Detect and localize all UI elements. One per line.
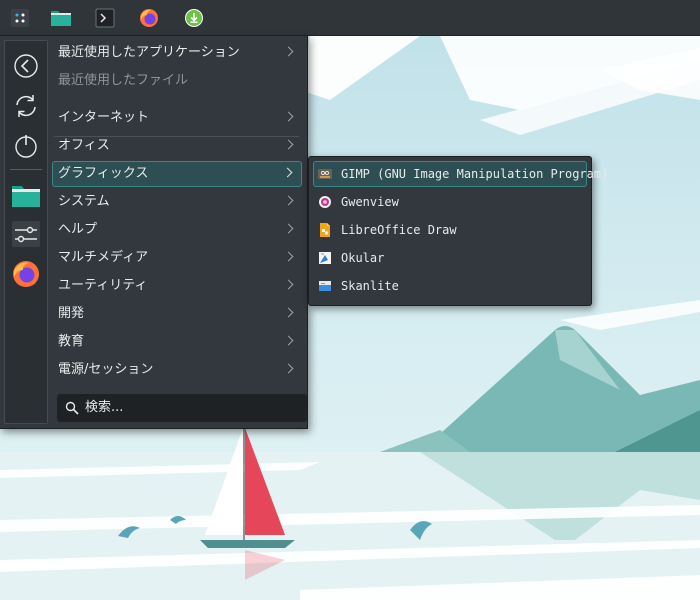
category-label: 開発: [58, 306, 85, 321]
chevron-right-icon: [283, 223, 294, 234]
category-label: 教育: [58, 334, 85, 349]
back-icon: [14, 54, 38, 78]
application-menu-icon: [11, 9, 29, 27]
chevron-right-icon: [283, 251, 294, 262]
chevron-right-icon: [283, 139, 294, 150]
settings-icon: [12, 221, 40, 247]
category-label: ユーティリティ: [58, 278, 148, 293]
gwenview-icon: [319, 196, 331, 208]
app-skanlite[interactable]: Skanlite: [313, 273, 587, 299]
chevron-right-icon: [283, 335, 294, 346]
category-multimedia[interactable]: マルチメディア: [52, 245, 302, 271]
menu-sidebar: [4, 40, 48, 424]
gimp-icon: [318, 169, 332, 179]
firefox-icon: [140, 9, 158, 27]
power-button[interactable]: [10, 130, 42, 162]
app-label: Okular: [341, 251, 385, 265]
download-manager-launcher[interactable]: [180, 4, 208, 32]
refresh-button[interactable]: [10, 90, 42, 122]
search-input[interactable]: 検索...: [57, 394, 307, 422]
sidebar-settings-button[interactable]: [10, 218, 42, 250]
terminal-icon: [95, 8, 115, 28]
sidebar-folder-button[interactable]: [10, 180, 42, 212]
category-graphics[interactable]: グラフィックス: [52, 161, 302, 187]
back-button[interactable]: [10, 50, 42, 82]
category-label: 電源/セッション: [58, 362, 154, 377]
firefox-launcher[interactable]: [135, 4, 163, 32]
search-icon: [65, 401, 79, 415]
app-label: LibreOffice Draw: [341, 223, 457, 237]
category-label: 最近使用したアプリケーション: [58, 45, 240, 60]
category-office[interactable]: オフィス: [52, 133, 302, 159]
app-label: Gwenview: [341, 195, 399, 209]
category-recent-applications[interactable]: 最近使用したアプリケーション: [52, 40, 302, 66]
chevron-right-icon: [283, 307, 294, 318]
terminal-launcher[interactable]: [91, 4, 119, 32]
app-libreoffice-draw[interactable]: LibreOffice Draw: [313, 217, 587, 243]
file-manager-launcher[interactable]: [47, 4, 75, 32]
category-label: ヘルプ: [58, 222, 98, 237]
sidebar-separator: [10, 169, 42, 170]
folder-icon: [12, 186, 40, 207]
chevron-right-icon: [283, 111, 294, 122]
power-icon: [15, 135, 37, 158]
category-recent-files: 最近使用したファイル: [52, 68, 302, 94]
refresh-icon: [16, 95, 36, 117]
app-okular[interactable]: Okular: [313, 245, 587, 271]
app-gwenview[interactable]: Gwenview: [313, 189, 587, 215]
category-education[interactable]: 教育: [52, 329, 302, 355]
app-label: GIMP (GNU Image Manipulation Program): [341, 167, 609, 181]
chevron-right-icon: [282, 167, 293, 178]
search-placeholder: 検索...: [85, 400, 124, 415]
download-icon: [185, 9, 203, 27]
chevron-right-icon: [283, 279, 294, 290]
top-panel: [0, 0, 700, 36]
application-menu: 最近使用したアプリケーション 最近使用したファイル インターネット オフィス グ…: [0, 36, 308, 429]
graphics-submenu: GIMP (GNU Image Manipulation Program) Gw…: [308, 156, 608, 306]
category-label: 最近使用したファイル: [58, 73, 189, 88]
folder-icon: [51, 11, 71, 26]
category-internet[interactable]: インターネット: [52, 105, 302, 131]
category-utilities[interactable]: ユーティリティ: [52, 273, 302, 299]
category-label: インターネット: [58, 110, 150, 125]
category-label: グラフィックス: [58, 166, 149, 181]
firefox-icon: [13, 261, 39, 287]
category-label: オフィス: [58, 138, 110, 153]
app-gimp[interactable]: GIMP (GNU Image Manipulation Program): [313, 161, 608, 187]
category-power-session[interactable]: 電源/セッション: [52, 357, 302, 383]
category-label: マルチメディア: [58, 250, 149, 265]
skanlite-icon: [319, 281, 331, 291]
okular-icon: [319, 252, 331, 264]
category-system[interactable]: システム: [52, 189, 302, 215]
category-label: システム: [58, 194, 110, 209]
category-help[interactable]: ヘルプ: [52, 217, 302, 243]
app-label: Skanlite: [341, 279, 399, 293]
libreoffice-draw-icon: [320, 223, 330, 237]
application-launcher-button[interactable]: [6, 4, 34, 32]
chevron-right-icon: [283, 363, 294, 374]
sidebar-firefox-button[interactable]: [10, 258, 42, 290]
chevron-right-icon: [283, 46, 294, 57]
chevron-right-icon: [283, 195, 294, 206]
category-development[interactable]: 開発: [52, 301, 302, 327]
